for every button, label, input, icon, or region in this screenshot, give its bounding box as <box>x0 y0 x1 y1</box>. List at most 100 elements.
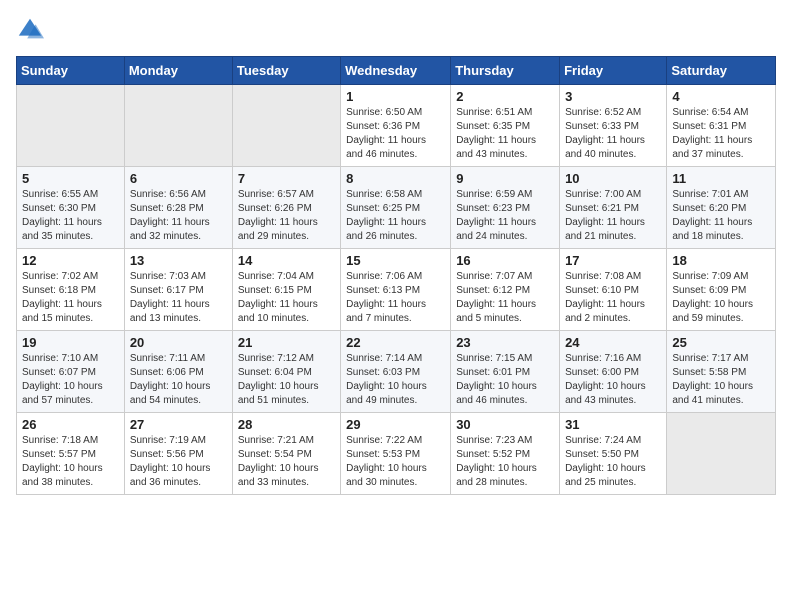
calendar-cell: 14 Sunrise: 7:04 AM Sunset: 6:15 PM Dayli… <box>232 249 340 331</box>
calendar-cell <box>232 85 340 167</box>
calendar-cell: 30Sunrise: 7:23 AM Sunset: 5:52 PM Dayli… <box>451 413 560 495</box>
calendar-cell: 23 Sunrise: 7:15 AM Sunset: 6:01 PM Dayli… <box>451 331 560 413</box>
day-info: Sunrise: 7:00 AM Sunset: 6:21 PM Dayligh… <box>565 188 661 244</box>
calendar-week-4: 19 Sunrise: 7:10 AM Sunset: 6:07 PM Dayli… <box>17 331 776 413</box>
calendar-cell: 2 Sunrise: 6:51 AM Sunset: 6:35 PM Daylig… <box>451 85 560 167</box>
weekday-header-monday: Monday <box>124 57 232 85</box>
calendar-cell: 24 Sunrise: 7:16 AM Sunset: 6:00 PM Dayli… <box>560 331 667 413</box>
logo <box>16 16 48 44</box>
calendar-cell: 3Sunrise: 6:52 AM Sunset: 6:33 PM Daylig… <box>560 85 667 167</box>
day-info: Sunrise: 7:15 AM Sunset: 6:01 PM Dayligh… <box>456 352 554 408</box>
calendar-cell: 6 Sunrise: 6:56 AM Sunset: 6:28 PM Daylig… <box>124 167 232 249</box>
calendar-cell: 10 Sunrise: 7:00 AM Sunset: 6:21 PM Dayli… <box>560 167 667 249</box>
calendar-cell <box>17 85 125 167</box>
calendar-cell: 15 Sunrise: 7:06 AM Sunset: 6:13 PM Dayli… <box>341 249 451 331</box>
day-number: 9 <box>456 171 554 186</box>
day-number: 21 <box>238 335 335 350</box>
day-info: Sunrise: 7:24 AM Sunset: 5:50 PM Dayligh… <box>565 434 661 490</box>
day-number: 5 <box>22 171 119 186</box>
day-number: 7 <box>238 171 335 186</box>
day-info: Sunrise: 6:50 AM Sunset: 6:36 PM Dayligh… <box>346 106 445 162</box>
calendar-week-1: 1 Sunrise: 6:50 AM Sunset: 6:36 PM Daylig… <box>17 85 776 167</box>
day-info: Sunrise: 6:54 AM Sunset: 6:31 PM Dayligh… <box>672 106 770 162</box>
day-info: Sunrise: 7:09 AM Sunset: 6:09 PM Dayligh… <box>672 270 770 326</box>
calendar-cell: 1 Sunrise: 6:50 AM Sunset: 6:36 PM Daylig… <box>341 85 451 167</box>
day-number: 28 <box>238 417 335 432</box>
weekday-header-friday: Friday <box>560 57 667 85</box>
weekday-header-tuesday: Tuesday <box>232 57 340 85</box>
day-number: 18 <box>672 253 770 268</box>
calendar-table: SundayMondayTuesdayWednesdayThursdayFrid… <box>16 56 776 495</box>
day-number: 29 <box>346 417 445 432</box>
calendar-cell: 16 Sunrise: 7:07 AM Sunset: 6:12 PM Dayli… <box>451 249 560 331</box>
day-number: 17 <box>565 253 661 268</box>
weekday-header-saturday: Saturday <box>667 57 776 85</box>
day-info: Sunrise: 7:21 AM Sunset: 5:54 PM Dayligh… <box>238 434 335 490</box>
calendar-cell: 5 Sunrise: 6:55 AM Sunset: 6:30 PM Daylig… <box>17 167 125 249</box>
calendar-week-3: 12 Sunrise: 7:02 AM Sunset: 6:18 PM Dayli… <box>17 249 776 331</box>
day-info: Sunrise: 7:12 AM Sunset: 6:04 PM Dayligh… <box>238 352 335 408</box>
calendar-cell: 28 Sunrise: 7:21 AM Sunset: 5:54 PM Dayli… <box>232 413 340 495</box>
weekday-header-row: SundayMondayTuesdayWednesdayThursdayFrid… <box>17 57 776 85</box>
day-number: 25 <box>672 335 770 350</box>
day-info: Sunrise: 7:04 AM Sunset: 6:15 PM Dayligh… <box>238 270 335 326</box>
calendar-cell: 26 Sunrise: 7:18 AM Sunset: 5:57 PM Dayli… <box>17 413 125 495</box>
day-number: 31 <box>565 417 661 432</box>
day-info: Sunrise: 6:58 AM Sunset: 6:25 PM Dayligh… <box>346 188 445 244</box>
day-number: 19 <box>22 335 119 350</box>
day-info: Sunrise: 7:16 AM Sunset: 6:00 PM Dayligh… <box>565 352 661 408</box>
weekday-header-sunday: Sunday <box>17 57 125 85</box>
day-info: Sunrise: 6:51 AM Sunset: 6:35 PM Dayligh… <box>456 106 554 162</box>
logo-icon <box>16 16 44 44</box>
calendar-cell: 11Sunrise: 7:01 AM Sunset: 6:20 PM Dayli… <box>667 167 776 249</box>
day-number: 6 <box>130 171 227 186</box>
calendar-week-2: 5 Sunrise: 6:55 AM Sunset: 6:30 PM Daylig… <box>17 167 776 249</box>
day-number: 26 <box>22 417 119 432</box>
day-info: Sunrise: 7:06 AM Sunset: 6:13 PM Dayligh… <box>346 270 445 326</box>
day-info: Sunrise: 7:19 AM Sunset: 5:56 PM Dayligh… <box>130 434 227 490</box>
day-number: 2 <box>456 89 554 104</box>
calendar-cell: 8 Sunrise: 6:58 AM Sunset: 6:25 PM Daylig… <box>341 167 451 249</box>
day-info: Sunrise: 6:56 AM Sunset: 6:28 PM Dayligh… <box>130 188 227 244</box>
day-info: Sunrise: 7:11 AM Sunset: 6:06 PM Dayligh… <box>130 352 227 408</box>
day-info: Sunrise: 7:08 AM Sunset: 6:10 PM Dayligh… <box>565 270 661 326</box>
day-number: 10 <box>565 171 661 186</box>
day-number: 14 <box>238 253 335 268</box>
calendar-cell: 20Sunrise: 7:11 AM Sunset: 6:06 PM Dayli… <box>124 331 232 413</box>
day-info: Sunrise: 7:22 AM Sunset: 5:53 PM Dayligh… <box>346 434 445 490</box>
calendar-cell: 19 Sunrise: 7:10 AM Sunset: 6:07 PM Dayli… <box>17 331 125 413</box>
day-info: Sunrise: 7:23 AM Sunset: 5:52 PM Dayligh… <box>456 434 554 490</box>
calendar-cell: 18 Sunrise: 7:09 AM Sunset: 6:09 PM Dayli… <box>667 249 776 331</box>
weekday-header-wednesday: Wednesday <box>341 57 451 85</box>
day-number: 3 <box>565 89 661 104</box>
weekday-header-thursday: Thursday <box>451 57 560 85</box>
calendar-cell: 29 Sunrise: 7:22 AM Sunset: 5:53 PM Dayli… <box>341 413 451 495</box>
day-number: 23 <box>456 335 554 350</box>
day-number: 13 <box>130 253 227 268</box>
day-info: Sunrise: 7:03 AM Sunset: 6:17 PM Dayligh… <box>130 270 227 326</box>
page-header <box>16 16 776 44</box>
calendar-cell: 31 Sunrise: 7:24 AM Sunset: 5:50 PM Dayli… <box>560 413 667 495</box>
day-number: 24 <box>565 335 661 350</box>
calendar-cell: 4 Sunrise: 6:54 AM Sunset: 6:31 PM Daylig… <box>667 85 776 167</box>
day-number: 15 <box>346 253 445 268</box>
calendar-cell: 17 Sunrise: 7:08 AM Sunset: 6:10 PM Dayli… <box>560 249 667 331</box>
day-info: Sunrise: 7:07 AM Sunset: 6:12 PM Dayligh… <box>456 270 554 326</box>
day-number: 1 <box>346 89 445 104</box>
day-number: 27 <box>130 417 227 432</box>
day-info: Sunrise: 7:10 AM Sunset: 6:07 PM Dayligh… <box>22 352 119 408</box>
calendar-cell: 9Sunrise: 6:59 AM Sunset: 6:23 PM Daylig… <box>451 167 560 249</box>
day-info: Sunrise: 6:55 AM Sunset: 6:30 PM Dayligh… <box>22 188 119 244</box>
day-number: 16 <box>456 253 554 268</box>
calendar-cell: 12 Sunrise: 7:02 AM Sunset: 6:18 PM Dayli… <box>17 249 125 331</box>
day-number: 4 <box>672 89 770 104</box>
day-number: 8 <box>346 171 445 186</box>
day-info: Sunrise: 7:02 AM Sunset: 6:18 PM Dayligh… <box>22 270 119 326</box>
calendar-week-5: 26 Sunrise: 7:18 AM Sunset: 5:57 PM Dayli… <box>17 413 776 495</box>
calendar-cell: 25Sunrise: 7:17 AM Sunset: 5:58 PM Dayli… <box>667 331 776 413</box>
calendar-cell: 21 Sunrise: 7:12 AM Sunset: 6:04 PM Dayli… <box>232 331 340 413</box>
day-number: 12 <box>22 253 119 268</box>
day-number: 11 <box>672 171 770 186</box>
calendar-cell <box>124 85 232 167</box>
day-info: Sunrise: 7:18 AM Sunset: 5:57 PM Dayligh… <box>22 434 119 490</box>
